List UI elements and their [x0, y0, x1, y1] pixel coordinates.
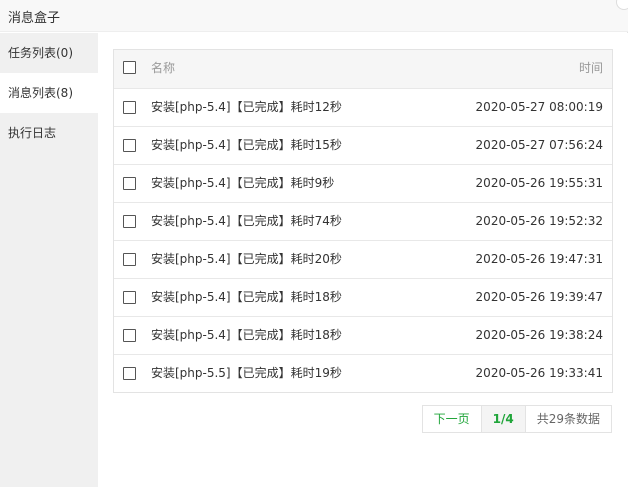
row-checkbox[interactable]: [123, 367, 136, 380]
next-page-button[interactable]: 下一页: [423, 406, 481, 432]
table-row: 安装[php-5.4]【已完成】耗时12秒 2020-05-27 08:00:1…: [114, 88, 612, 126]
table-row: 安装[php-5.4]【已完成】耗时74秒 2020-05-26 19:52:3…: [114, 202, 612, 240]
row-checkbox[interactable]: [123, 177, 136, 190]
header-name: 名称: [151, 61, 176, 75]
row-name: 安装[php-5.4]【已完成】耗时18秒: [151, 328, 342, 342]
row-checkbox[interactable]: [123, 215, 136, 228]
message-table: 名称 时间 安装[php-5.4]【已完成】耗时12秒 2020-05-27 0…: [113, 49, 613, 393]
row-time: 2020-05-26 19:39:47: [475, 290, 603, 304]
dialog-title: 消息盒子: [8, 11, 61, 26]
row-checkbox[interactable]: [123, 291, 136, 304]
table-row: 安装[php-5.4]【已完成】耗时9秒 2020-05-26 19:55:31: [114, 164, 612, 202]
close-icon[interactable]: [616, 0, 628, 10]
main-panel: 名称 时间 安装[php-5.4]【已完成】耗时12秒 2020-05-27 0…: [98, 33, 628, 487]
sidebar-item-task-list[interactable]: 任务列表(0): [0, 33, 98, 73]
row-name: 安装[php-5.4]【已完成】耗时12秒: [151, 100, 342, 114]
row-time: 2020-05-26 19:38:24: [475, 328, 603, 342]
table-row: 安装[php-5.5]【已完成】耗时19秒 2020-05-26 19:33:4…: [114, 354, 612, 392]
row-checkbox[interactable]: [123, 329, 136, 342]
current-page: 1/4: [480, 406, 525, 432]
row-name: 安装[php-5.5]【已完成】耗时19秒: [151, 366, 342, 380]
table-row: 安装[php-5.4]【已完成】耗时18秒 2020-05-26 19:39:4…: [114, 278, 612, 316]
row-time: 2020-05-26 19:33:41: [475, 366, 603, 380]
message-box-dialog: 消息盒子 任务列表(0) 消息列表(8) 执行日志 名称 时间 安装[php-5…: [0, 0, 628, 487]
row-time: 2020-05-26 19:52:32: [475, 214, 603, 228]
sidebar: 任务列表(0) 消息列表(8) 执行日志: [0, 33, 98, 487]
pagination: 下一页 1/4 共29条数据: [421, 405, 612, 433]
select-all-checkbox[interactable]: [123, 61, 136, 74]
row-checkbox[interactable]: [123, 253, 136, 266]
row-name: 安装[php-5.4]【已完成】耗时15秒: [151, 138, 342, 152]
row-time: 2020-05-26 19:55:31: [475, 176, 603, 190]
table-row: 安装[php-5.4]【已完成】耗时18秒 2020-05-26 19:38:2…: [114, 316, 612, 354]
row-time: 2020-05-27 08:00:19: [475, 100, 603, 114]
title-bar: 消息盒子: [0, 0, 628, 32]
row-time: 2020-05-26 19:47:31: [475, 252, 603, 266]
table-row: 安装[php-5.4]【已完成】耗时20秒 2020-05-26 19:47:3…: [114, 240, 612, 278]
table-header: 名称 时间: [114, 50, 612, 88]
row-name: 安装[php-5.4]【已完成】耗时18秒: [151, 290, 342, 304]
sidebar-item-execution-log[interactable]: 执行日志: [0, 113, 98, 153]
total-count: 共29条数据: [524, 406, 611, 432]
row-checkbox[interactable]: [123, 139, 136, 152]
row-name: 安装[php-5.4]【已完成】耗时74秒: [151, 214, 342, 228]
row-checkbox[interactable]: [123, 101, 136, 114]
header-time: 时间: [578, 61, 603, 75]
table-row: 安装[php-5.4]【已完成】耗时15秒 2020-05-27 07:56:2…: [114, 126, 612, 164]
row-name: 安装[php-5.4]【已完成】耗时9秒: [151, 176, 335, 190]
row-name: 安装[php-5.4]【已完成】耗时20秒: [151, 252, 342, 266]
row-time: 2020-05-27 07:56:24: [475, 138, 603, 152]
sidebar-item-message-list[interactable]: 消息列表(8): [0, 73, 98, 113]
